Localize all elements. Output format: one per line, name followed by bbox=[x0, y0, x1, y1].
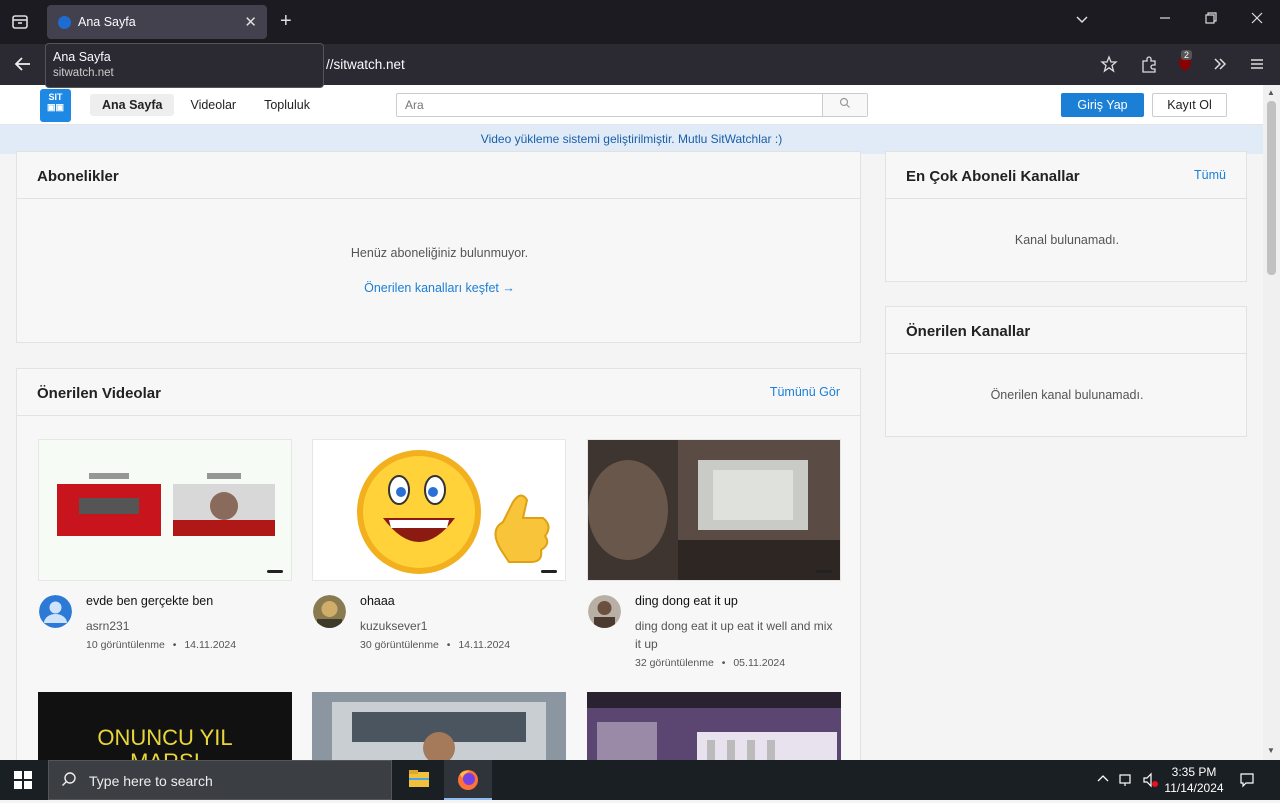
tray-chevron-up-icon[interactable] bbox=[1096, 772, 1110, 791]
duration-badge bbox=[267, 570, 283, 573]
channel-avatar[interactable] bbox=[588, 595, 621, 628]
video-thumbnail[interactable] bbox=[587, 439, 841, 581]
see-all-videos-link[interactable]: Tümünü Gör bbox=[770, 385, 840, 399]
video-date: 14.11.2024 bbox=[458, 639, 511, 651]
taskbar-search-icon bbox=[61, 771, 77, 791]
main-nav: Ana Sayfa Videolar Topluluk bbox=[90, 94, 322, 116]
recommended-channels-empty: Önerilen kanal bulunamadı. bbox=[990, 388, 1144, 402]
site-search bbox=[396, 93, 868, 117]
clock-time: 3:35 PM bbox=[1171, 765, 1217, 779]
tooltip-title: Ana Sayfa bbox=[53, 50, 111, 64]
search-icon bbox=[839, 97, 850, 108]
taskbar-search-placeholder: Type here to search bbox=[89, 773, 213, 789]
register-button[interactable]: Kayıt Ol bbox=[1152, 93, 1227, 117]
nav-videos[interactable]: Videolar bbox=[178, 94, 248, 116]
subscriptions-empty: Henüz aboneliğiniz bulunmuyor. bbox=[350, 246, 529, 260]
browser-tab[interactable]: Ana Sayfa ✕ bbox=[47, 5, 267, 39]
video-thumbnail[interactable] bbox=[38, 439, 292, 581]
announcement-banner: Video yükleme sistemi geliştirilmiştir. … bbox=[0, 125, 1263, 154]
video-channel[interactable]: ding dong eat it up eat it well and mix … bbox=[635, 617, 841, 653]
duration-badge bbox=[541, 570, 557, 573]
nav-home[interactable]: Ana Sayfa bbox=[90, 94, 175, 116]
sitwatch-logo[interactable]: SIT ▣▣ bbox=[40, 89, 71, 122]
top-channels-all-link[interactable]: Tümü bbox=[1194, 168, 1226, 182]
recommended-channels-title: Önerilen Kanallar bbox=[886, 307, 1246, 354]
video-date: 14.11.2024 bbox=[184, 639, 237, 651]
video-views: 10 görüntülenme bbox=[86, 639, 165, 651]
video-views: 32 görüntülenme bbox=[635, 657, 714, 669]
video-views: 30 görüntülenme bbox=[360, 639, 439, 651]
discover-channels-link[interactable]: Önerilen kanalları keşfet → bbox=[17, 281, 862, 295]
firefox-taskbar-icon[interactable] bbox=[444, 760, 492, 800]
video-meta: 30 görüntülenme • 14.11.2024 bbox=[360, 639, 511, 651]
notifications-icon[interactable] bbox=[1239, 772, 1255, 793]
video-meta: 10 görüntülenme • 14.11.2024 bbox=[86, 639, 237, 651]
nav-community[interactable]: Topluluk bbox=[252, 94, 322, 116]
video-thumbnail[interactable]: ONUNCU YIL MARŞI bbox=[38, 692, 292, 760]
file-explorer-icon[interactable] bbox=[395, 760, 443, 800]
subscriptions-panel: Abonelikler Henüz aboneliğiniz bulunmuyo… bbox=[16, 151, 861, 343]
extensions-puzzle-icon[interactable] bbox=[1140, 55, 1158, 78]
menu-hamburger-icon[interactable] bbox=[1248, 55, 1266, 78]
tab-overflow-chevron-icon[interactable] bbox=[1074, 11, 1090, 32]
video-thumbnail[interactable] bbox=[312, 439, 566, 581]
new-tab-icon[interactable]: + bbox=[280, 10, 292, 32]
channel-avatar[interactable] bbox=[39, 595, 72, 628]
scroll-up-arrow-icon[interactable]: ▲ bbox=[1267, 88, 1275, 97]
video-title[interactable]: ding dong eat it up bbox=[635, 594, 841, 608]
video-title[interactable]: ohaaa bbox=[360, 594, 566, 608]
scroll-down-arrow-icon[interactable]: ▼ bbox=[1267, 746, 1275, 755]
search-button[interactable] bbox=[822, 94, 867, 116]
tab-list-icon[interactable] bbox=[8, 10, 32, 34]
scrollbar-thumb[interactable] bbox=[1267, 101, 1276, 275]
page-scrollbar[interactable]: ▲ ▼ bbox=[1263, 85, 1280, 760]
close-window-icon[interactable] bbox=[1250, 11, 1264, 30]
tooltip-url: sitwatch.net bbox=[53, 67, 114, 79]
extension-badge: 2 bbox=[1181, 50, 1193, 60]
clock-date: 11/14/2024 bbox=[1164, 781, 1224, 795]
network-icon[interactable] bbox=[1118, 772, 1134, 793]
back-arrow-icon[interactable] bbox=[12, 53, 34, 81]
restore-icon[interactable] bbox=[1204, 11, 1218, 30]
recommended-videos-title: Önerilen Videolar bbox=[37, 385, 161, 402]
recommended-videos-panel: Önerilen Videolar Tümünü Gör evde ben ge… bbox=[16, 368, 861, 760]
video-channel[interactable]: asrn231 bbox=[86, 617, 292, 635]
windows-taskbar: Type here to search 3:35 PM 11/14/2024 bbox=[0, 760, 1280, 800]
top-channels-empty: Kanal bulunamadı. bbox=[1014, 233, 1120, 247]
recommended-videos-header: Önerilen Videolar Tümünü Gör bbox=[17, 369, 860, 416]
overflow-chevrons-icon[interactable] bbox=[1211, 55, 1229, 78]
top-channels-title: En Çok Aboneli Kanallar bbox=[906, 168, 1080, 185]
video-thumbnail[interactable] bbox=[312, 692, 566, 760]
taskbar-clock[interactable]: 3:35 PM 11/14/2024 bbox=[1160, 764, 1228, 796]
volume-muted-icon[interactable] bbox=[1142, 772, 1158, 793]
video-meta: 32 görüntülenme • 05.11.2024 bbox=[635, 657, 786, 669]
top-channels-header: En Çok Aboneli Kanallar Tümü bbox=[886, 152, 1246, 199]
tab-tooltip: Ana Sayfa sitwatch.net bbox=[45, 43, 324, 88]
channel-avatar[interactable] bbox=[313, 595, 346, 628]
site-favicon-icon bbox=[58, 16, 71, 29]
tab-title: Ana Sayfa bbox=[78, 15, 136, 29]
subscriptions-title: Abonelikler bbox=[17, 152, 860, 199]
minimize-icon[interactable] bbox=[1158, 11, 1172, 30]
page-viewport: SIT▣▣ Ana Sayfa Videolar Topluluk Giriş … bbox=[0, 85, 1263, 760]
video-date: 05.11.2024 bbox=[733, 657, 786, 669]
top-channels-panel: En Çok Aboneli Kanallar Tümü Kanal bulun… bbox=[885, 151, 1247, 282]
login-button[interactable]: Giriş Yap bbox=[1061, 93, 1144, 117]
search-input[interactable] bbox=[397, 94, 823, 116]
recommended-channels-panel: Önerilen Kanallar Önerilen kanal bulunam… bbox=[885, 306, 1247, 437]
close-tab-icon[interactable]: ✕ bbox=[244, 13, 257, 31]
video-title[interactable]: evde ben gerçekte ben bbox=[86, 594, 292, 608]
site-header: SIT▣▣ Ana Sayfa Videolar Topluluk Giriş … bbox=[0, 85, 1263, 125]
url-bar[interactable]: //sitwatch.net bbox=[326, 57, 405, 72]
thumbnail-text: ONUNCU YIL MARŞI bbox=[97, 725, 233, 761]
bookmark-star-icon[interactable] bbox=[1100, 55, 1118, 78]
duration-badge bbox=[816, 570, 832, 573]
video-channel[interactable]: kuzuksever1 bbox=[360, 617, 566, 635]
browser-tab-bar: Ana Sayfa ✕ + bbox=[0, 0, 1280, 44]
video-thumbnail[interactable] bbox=[587, 692, 841, 760]
taskbar-search[interactable]: Type here to search bbox=[48, 760, 392, 800]
windows-start-icon[interactable] bbox=[14, 771, 32, 789]
